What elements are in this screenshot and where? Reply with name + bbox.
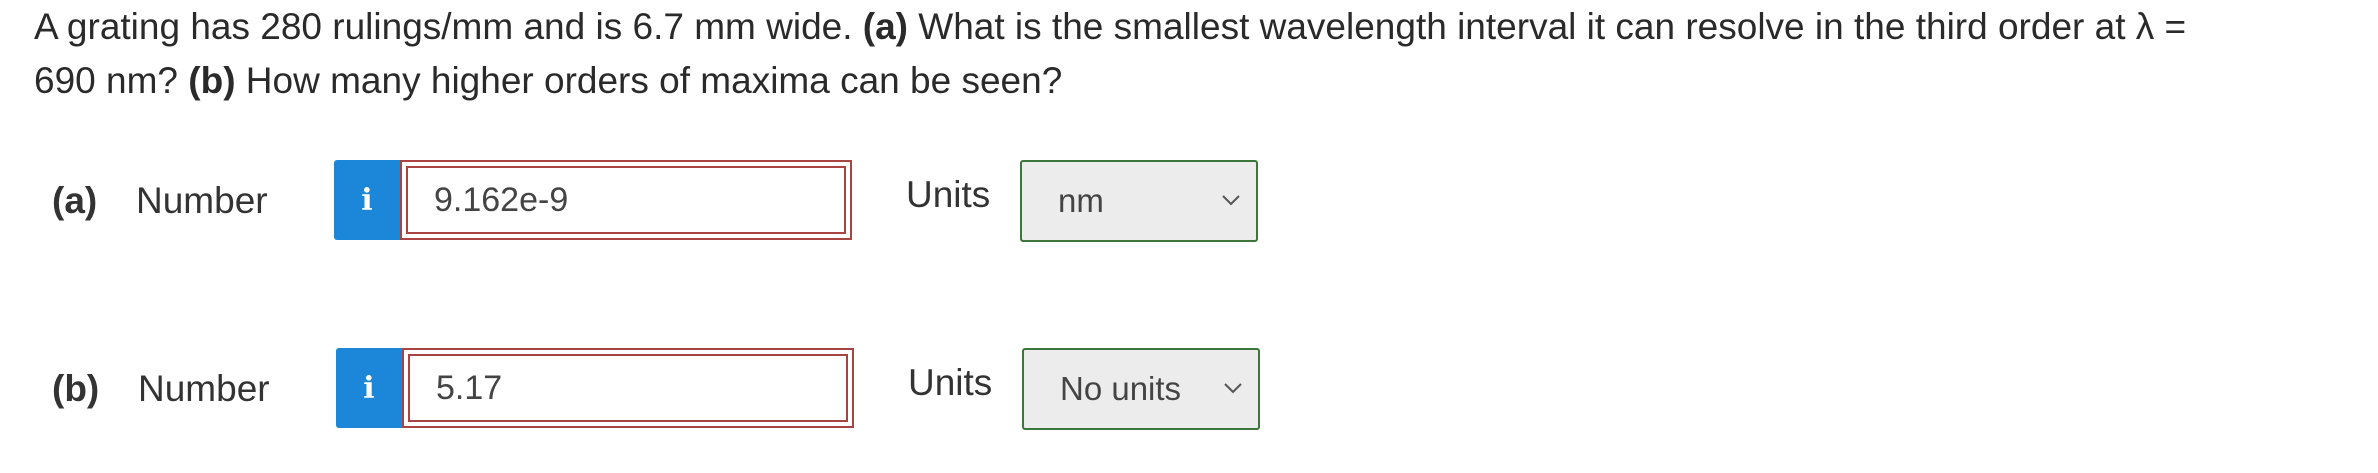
answer-input-a[interactable]: 9.162e-9 [400,160,852,240]
units-label-b: Units [908,362,993,403]
answer-row-a: (a) Number i 9.162e-9 Units nm [0,160,2378,242]
question-line2-post: How many higher orders of maxima can be … [235,60,1063,101]
answer-value-a[interactable]: 9.162e-9 [406,166,846,234]
question-text: A grating has 280 rulings/mm and is 6.7 … [34,0,2354,108]
units-selected-a: nm [1058,182,1104,219]
part-b-label: (b) [52,368,100,409]
answer-row-b: (b) Number i 5.17 Units No units [0,348,2378,430]
info-button-a[interactable]: i [334,160,400,240]
question-line2-pre: 690 nm? [34,60,189,101]
chevron-down-icon [1222,195,1240,206]
units-selected-b: No units [1060,370,1182,407]
question-line1-post: What is the smallest wavelength interval… [908,6,2187,47]
question-part-b-marker: (b) [188,60,236,101]
part-a-label: (a) [52,180,98,221]
chevron-down-icon [1224,383,1242,394]
units-select-b[interactable]: No units [1022,348,1260,430]
units-select-a[interactable]: nm [1020,160,1258,242]
info-icon: i [361,182,373,218]
number-label-a: Number [136,180,268,221]
units-label-a: Units [906,174,991,215]
number-label-b: Number [138,368,270,409]
answer-input-b[interactable]: 5.17 [402,348,854,428]
answer-value-b[interactable]: 5.17 [408,354,848,422]
question-part-a-marker: (a) [862,6,909,47]
info-button-b[interactable]: i [336,348,402,428]
info-icon: i [363,370,375,406]
question-line1-pre: A grating has 280 rulings/mm and is 6.7 … [34,6,863,47]
